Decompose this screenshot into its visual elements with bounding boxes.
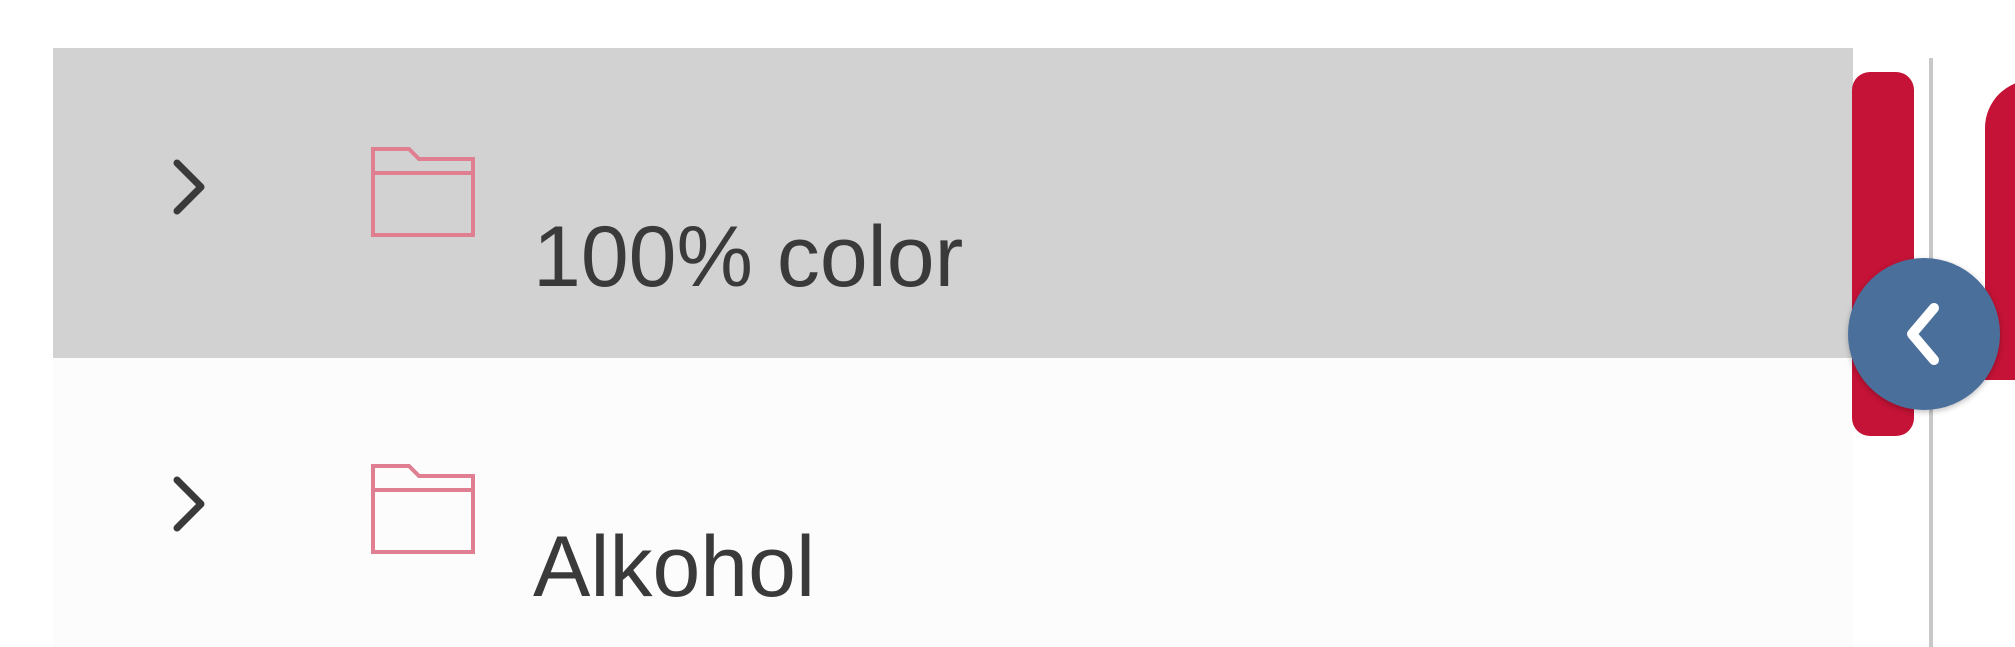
folder-icon [371, 147, 475, 237]
tree-item-label: 100% color [533, 209, 964, 305]
folder-icon [371, 464, 475, 554]
folder-tree: 100% color Alkohol [53, 48, 1853, 647]
chevron-right-icon[interactable] [171, 475, 207, 533]
app-window: 100% color Alkohol [0, 0, 2015, 647]
collapse-panel-button[interactable] [1848, 258, 2000, 410]
chevron-right-icon[interactable] [171, 158, 207, 216]
tree-item-100-color[interactable]: 100% color [53, 48, 1853, 358]
chevron-left-icon [1907, 303, 1939, 365]
tree-item-label: Alkohol [533, 519, 816, 615]
tree-item-alkohol[interactable]: Alkohol [53, 358, 1853, 647]
